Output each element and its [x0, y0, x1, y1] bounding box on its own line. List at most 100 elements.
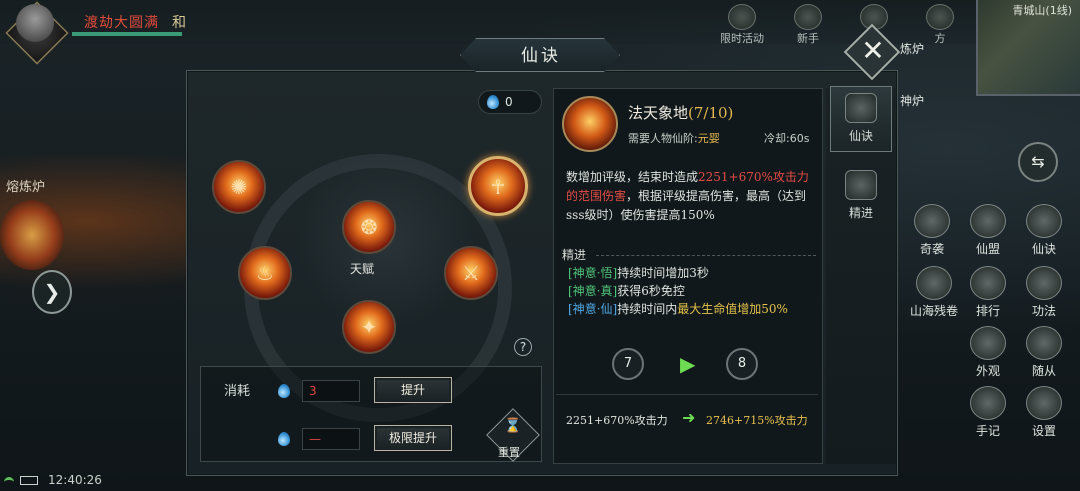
- desc-line1: 数增加评级，结束时造成: [566, 170, 699, 184]
- skill-slot-flames[interactable]: ♨: [238, 246, 292, 300]
- skill-slot-fatian[interactable]: ☥: [468, 156, 528, 216]
- water-drop-icon: [278, 384, 290, 398]
- guild-icon: [970, 204, 1006, 238]
- tab-skill[interactable]: 仙诀: [830, 86, 892, 152]
- newbie-icon: [794, 4, 822, 30]
- menu-label: 外观: [975, 364, 1000, 378]
- limit-upgrade-button[interactable]: 极限提升: [374, 425, 452, 451]
- req-value: 元婴: [697, 132, 720, 145]
- talent-slot[interactable]: ❂: [342, 200, 396, 254]
- cost-field-upgrade: 3: [302, 380, 360, 402]
- raid-icon: [914, 204, 950, 238]
- cost-section: [200, 366, 542, 462]
- upgrade-line-1: [神意·悟]持续时间增加3秒: [568, 264, 818, 282]
- upgrade-text: 获得6秒免控: [617, 284, 685, 298]
- menu-gongfa[interactable]: 功法: [1016, 266, 1072, 319]
- menu-follower[interactable]: 随从: [1016, 326, 1072, 379]
- menu-guild[interactable]: 仙盟: [960, 204, 1016, 257]
- panel-title: 仙诀: [521, 46, 561, 66]
- battery-icon: [20, 476, 38, 485]
- stat-new: 2746+715%攻击力: [706, 414, 808, 427]
- menu-settings[interactable]: 设置: [1016, 386, 1072, 439]
- minimap[interactable]: 青城山(1线): [976, 0, 1080, 96]
- tab-label: 精进: [848, 206, 873, 220]
- desc-damage: 2251+670%: [698, 170, 773, 184]
- menu-appearance[interactable]: 外观: [960, 326, 1016, 379]
- newbie-label: 新手: [797, 32, 819, 45]
- hourglass-icon[interactable]: ⌛: [504, 418, 522, 436]
- menu-label: 功法: [1031, 304, 1056, 318]
- tab-label: 仙诀: [848, 129, 873, 143]
- menu-label: 手记: [975, 424, 1000, 438]
- mana-value: 0: [505, 95, 513, 109]
- menu-journal[interactable]: 手记: [960, 386, 1016, 439]
- device-status: 12:40:26: [4, 473, 102, 487]
- realm-text: 渡劫大圆满: [84, 15, 159, 31]
- menu-label: 排行: [975, 304, 1000, 318]
- expand-arrow-button[interactable]: ❯: [32, 270, 72, 314]
- newbie-button[interactable]: 新手: [786, 4, 830, 45]
- menu-ranking[interactable]: 排行: [960, 266, 1016, 319]
- skill-name: 法天象地(7/10): [628, 102, 733, 123]
- close-icon[interactable]: ✕: [860, 34, 886, 68]
- menu-qixi[interactable]: 奇袭: [904, 204, 960, 257]
- misc-label: 方: [934, 32, 946, 45]
- blade-icon: ✦: [360, 315, 378, 339]
- minimap-location: 青城山(1线): [1012, 4, 1072, 17]
- level-transition: 7 ▶ 8: [556, 348, 818, 388]
- realm-suffix: 和: [172, 15, 186, 31]
- stat-old: 2251+670%攻击力: [566, 414, 668, 427]
- skill-slot-swirl[interactable]: ✺: [212, 160, 266, 214]
- skill-description[interactable]: 数增加评级，结束时造成2251+670%攻击力的范围伤害，根据评级提高伤害，最高…: [566, 168, 812, 225]
- menu-label: 山海残卷: [909, 304, 958, 318]
- menu-label: 设置: [1031, 424, 1056, 438]
- ranking-icon: [970, 266, 1006, 300]
- pet-icon: [1026, 326, 1062, 360]
- flame-icon: ♨: [256, 261, 274, 285]
- cost-field-limit: —: [302, 428, 360, 450]
- upgrade-line-2: [神意·真]获得6秒免控: [568, 282, 818, 300]
- clock: 12:40:26: [48, 473, 102, 487]
- skill-slot-warrior[interactable]: ⚔: [444, 246, 498, 300]
- misc-icon: [926, 4, 954, 30]
- help-icon[interactable]: ?: [514, 338, 532, 356]
- req-prefix: 需要人物仙阶:: [628, 132, 698, 145]
- furnace-icon[interactable]: [0, 200, 64, 270]
- limited-event-button[interactable]: 限时活动: [720, 4, 764, 45]
- misc-button[interactable]: 方: [918, 4, 962, 45]
- menu-label: 仙盟: [975, 242, 1000, 256]
- shenlu-top-label: 神炉: [900, 94, 925, 108]
- spirit-water-count: 0: [478, 90, 542, 114]
- gear-icon: [1026, 386, 1062, 420]
- wings-icon: [845, 170, 877, 200]
- player-avatar[interactable]: [16, 4, 54, 42]
- menu-toggle-button[interactable]: ⇆: [1018, 142, 1058, 182]
- skill-slot-blade[interactable]: ✦: [342, 300, 396, 354]
- upgrade-button[interactable]: 提升: [374, 377, 452, 403]
- water-drop-icon: [487, 95, 499, 109]
- tab-refine[interactable]: 精进: [830, 164, 892, 230]
- menu-skill[interactable]: 仙诀: [1016, 204, 1072, 257]
- upgrade-tag: [神意·悟]: [568, 266, 618, 280]
- top-activity-icons: 限时活动 新手 钱 方: [720, 4, 962, 45]
- wardrobe-icon: [970, 326, 1006, 360]
- experience-bar: [72, 32, 182, 36]
- skill-level: (7/10): [688, 104, 734, 122]
- map-scroll-icon: [916, 266, 952, 300]
- upgrade-line-3: [神意·仙]持续时间内最大生命值增加50%: [568, 300, 818, 318]
- panel-title-frame: 仙诀: [460, 38, 620, 72]
- skill-name-text: 法天象地: [628, 104, 689, 122]
- upgrade-text: 持续时间内: [617, 302, 678, 316]
- furnace-top-label: 炼炉: [900, 42, 925, 56]
- skill-requirement: 需要人物仙阶:元婴: [628, 130, 720, 146]
- menu-label: 随从: [1031, 364, 1056, 378]
- warrior-icon: ⚔: [462, 261, 480, 285]
- menu-label: 奇袭: [919, 242, 944, 256]
- scroll-icon: [1026, 204, 1062, 238]
- level-to: 8: [726, 348, 758, 380]
- talent-label: 天赋: [350, 262, 375, 276]
- upgrade-highlight: 最大生命值增加50%: [677, 302, 788, 316]
- talent-icon: ❂: [360, 215, 378, 239]
- water-drop-icon: [278, 432, 290, 446]
- sword-feather-icon: [845, 93, 877, 123]
